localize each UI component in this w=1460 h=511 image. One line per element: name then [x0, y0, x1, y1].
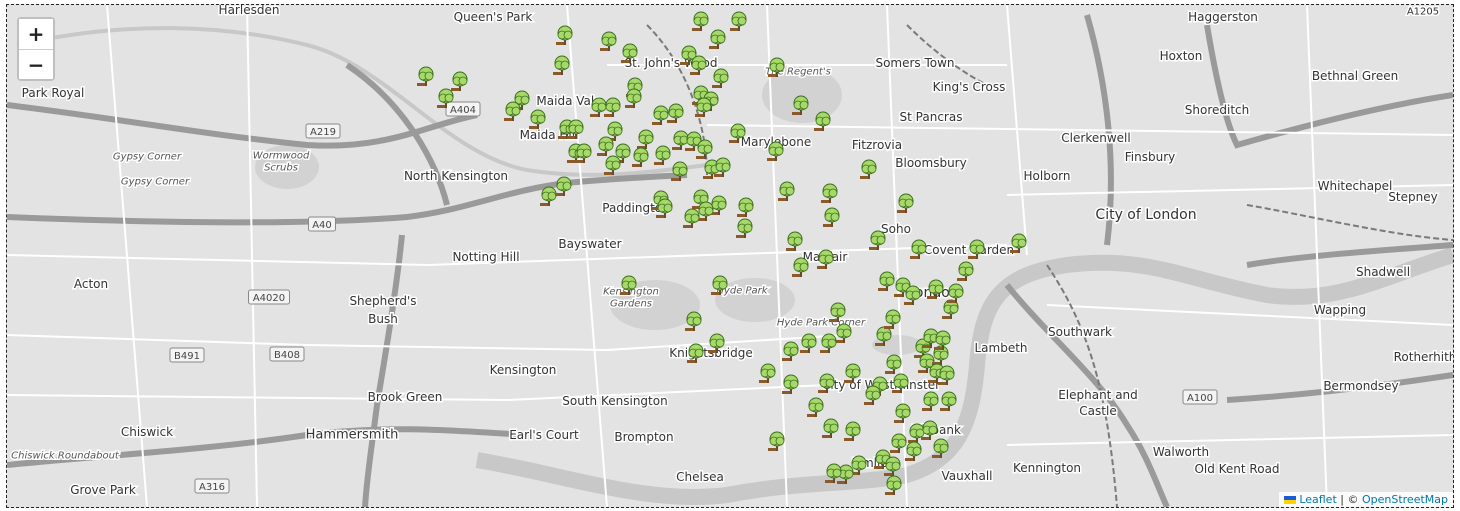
place-label: Park Royal [22, 86, 85, 100]
zoom-control: + − [17, 17, 55, 81]
place-label: Clerkenwell [1061, 131, 1130, 145]
place-label: St Pancras [900, 110, 963, 124]
place-label: North Kensington [404, 169, 508, 183]
road-shield: B491 [169, 347, 205, 363]
zoom-in-button[interactable]: + [19, 19, 53, 49]
place-label: Bethnal Green [1312, 69, 1398, 83]
park-label: Gypsy Corner [121, 177, 190, 188]
place-label: South Kensington [562, 394, 667, 408]
svg-text:A4020: A4020 [253, 293, 285, 304]
place-label: Shoreditch [1185, 103, 1249, 117]
place-label: Covent Garden [924, 243, 1014, 257]
place-label: Bloomsbury [895, 156, 966, 170]
osm-link[interactable]: OpenStreetMap [1362, 493, 1448, 506]
svg-text:B491: B491 [174, 351, 200, 362]
place-label: Brompton [614, 430, 673, 444]
place-label: Whitechapel [1318, 179, 1393, 193]
place-label: Lambeth [974, 341, 1027, 355]
place-label: Holborn [1024, 169, 1071, 183]
place-label: Queen's Park [454, 10, 533, 24]
map-container[interactable]: Harlesden Queen's Park Haggerston A1205 Some… [6, 4, 1454, 508]
road-shield: A404 [445, 101, 481, 117]
place-label: Shepherd's [349, 294, 416, 308]
place-label: Bermondsey [1323, 379, 1398, 393]
place-label: City of London [1095, 207, 1196, 223]
place-label: Bayswater [558, 237, 621, 251]
place-label: Southwark [1048, 325, 1112, 339]
place-label: Stepney [1388, 190, 1437, 204]
place-label: Chiswick [121, 425, 173, 439]
attribution-separator: | © [1336, 493, 1362, 506]
place-label: Soho [881, 222, 911, 236]
place-label: King's Cross [933, 80, 1006, 94]
park-label: Gardens [610, 299, 652, 310]
place-label: Elephant and [1058, 388, 1138, 402]
svg-text:A316: A316 [199, 482, 225, 493]
park-label: Chiswick Roundabout [11, 451, 120, 462]
place-label: Brook Green [368, 390, 443, 404]
leaflet-link[interactable]: Leaflet [1299, 493, 1336, 506]
place-label: Castle [1079, 404, 1116, 418]
place-label: Vauxhall [942, 469, 993, 483]
road-shield: A219 [305, 123, 341, 139]
place-label: Hammersmith [306, 428, 399, 443]
zoom-out-button[interactable]: − [19, 49, 53, 79]
place-label: Chelsea [676, 470, 724, 484]
park-label: Hyde Park Corner [777, 318, 866, 329]
road-shield: B408 [269, 346, 305, 362]
place-label: Hoxton [1160, 49, 1203, 63]
park-label: Wormwood [253, 151, 310, 162]
svg-text:A40: A40 [312, 220, 332, 231]
place-label: A1205 [1407, 7, 1439, 18]
place-label: Bush [368, 312, 398, 326]
place-label: Shadwell [1356, 265, 1410, 279]
place-label: Somers Town [875, 56, 954, 70]
road-shield: A316 [194, 478, 230, 494]
place-label: Grove Park [70, 483, 136, 497]
place-label: Wapping [1314, 303, 1366, 317]
road-shield: A100 [1182, 389, 1218, 405]
place-label: Kennington [1013, 461, 1081, 475]
svg-text:A404: A404 [450, 105, 476, 116]
place-label: Harlesden [219, 5, 280, 17]
place-label: Acton [74, 277, 108, 291]
place-label: Notting Hill [452, 250, 519, 264]
svg-text:B408: B408 [274, 350, 300, 361]
ukraine-flag-icon [1284, 496, 1297, 504]
park-label: Scrubs [264, 163, 298, 174]
place-label: Rotherhith [1394, 350, 1453, 364]
svg-text:A219: A219 [310, 127, 336, 138]
park-label: Gypsy Corner [113, 152, 182, 163]
road-shield: A4020 [248, 289, 290, 305]
map-base-layer: Harlesden Queen's Park Haggerston A1205 Some… [7, 5, 1453, 507]
place-label: Haggerston [1188, 10, 1258, 24]
road-shield: A40 [308, 216, 336, 232]
place-label: Walworth [1153, 445, 1209, 459]
place-label: Earl's Court [509, 428, 579, 442]
svg-text:A100: A100 [1187, 393, 1213, 404]
place-label: Knightsbridge [669, 346, 753, 360]
attribution: Leaflet | © OpenStreetMap [1279, 492, 1453, 507]
place-label: Kensington [490, 363, 557, 377]
place-label: Finsbury [1125, 150, 1175, 164]
place-label: Fitzrovia [852, 138, 902, 152]
place-label: Old Kent Road [1194, 462, 1279, 476]
